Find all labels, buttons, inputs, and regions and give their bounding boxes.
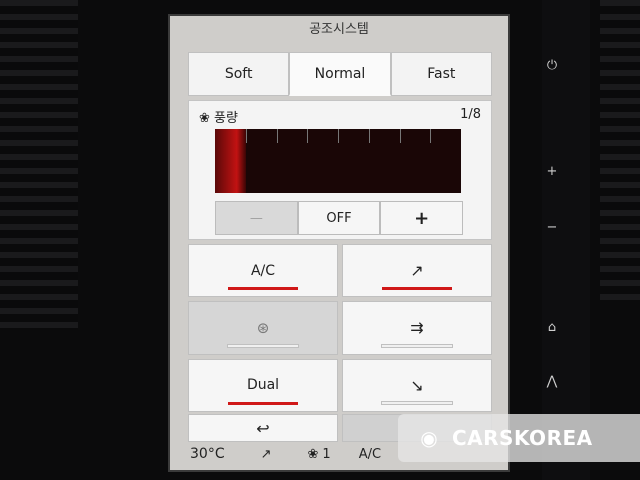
fan-speed-bar[interactable]: [215, 129, 461, 193]
fan-icon: ❀: [199, 111, 210, 126]
fan-panel: ❀ 풍량 1/8 — OFF +: [188, 100, 492, 240]
climate-screen: 공조시스템 Soft Normal Fast ❀ 풍량 1/8 — OFF + …: [168, 14, 510, 472]
ac-label: A/C: [250, 262, 276, 279]
right-air-vent: [600, 0, 640, 300]
climate-grid: A/C ↗ ⊛ ⇉ Dual ↘: [188, 244, 492, 412]
mode-selector: Soft Normal Fast: [188, 52, 492, 96]
fan-off-button[interactable]: OFF: [297, 201, 381, 235]
airflow-icon: ↗: [260, 446, 272, 462]
fan-bar-tick: [338, 129, 339, 143]
mode-soft-button[interactable]: Soft: [188, 52, 290, 96]
fan-decrease-button[interactable]: —: [215, 201, 298, 235]
fan-bar-tick: [430, 129, 432, 143]
dual-indicator: [228, 401, 298, 405]
fan-bar-tick: [307, 129, 309, 143]
airflow-feet-button[interactable]: ↘: [342, 358, 492, 412]
watermark: ◉ CARSKOREA: [398, 414, 640, 462]
volume-down-button[interactable]: −: [542, 218, 562, 238]
mode-fast-button[interactable]: Fast: [390, 52, 492, 96]
fan-icon: ❀: [307, 446, 319, 462]
status-ac: A/C: [358, 446, 382, 462]
airflow-feet-icon: ↘: [410, 375, 424, 395]
airflow-face-indicator: [382, 287, 452, 291]
fan-increase-button[interactable]: +: [380, 201, 464, 235]
dual-button[interactable]: Dual: [188, 358, 338, 412]
fan-speed-label: ❀ 풍량: [199, 111, 238, 126]
recirculation-icon: ⊛: [256, 318, 270, 337]
status-fan-speed: 1: [322, 446, 331, 462]
fan-controls: — OFF +: [215, 201, 464, 235]
fan-bar-tick: [245, 129, 247, 143]
back-arrow-icon: ↩: [256, 418, 270, 438]
recirculation-indicator: [227, 343, 299, 348]
watermark-text: CARSKOREA: [452, 426, 593, 450]
power-button[interactable]: ⏻: [542, 56, 562, 76]
home-button[interactable]: ⌂: [542, 318, 562, 338]
airflow-face-feet-icon: ⇉: [410, 318, 424, 338]
airflow-face-icon: ↗: [410, 261, 424, 281]
status-temperature: 30°C: [190, 446, 225, 462]
screen-title: 공조시스템: [309, 22, 369, 37]
volume-up-button[interactable]: +: [542, 162, 562, 182]
fan-speed-fill: [215, 129, 246, 193]
airflow-face-feet-indicator: [381, 343, 453, 348]
recirculation-button[interactable]: ⊛: [188, 301, 338, 355]
fan-bar-tick: [399, 129, 401, 143]
airflow-feet-indicator: [381, 400, 453, 405]
left-air-vent: [0, 0, 78, 330]
fan-level-text: 1/8: [460, 107, 481, 122]
fan-bar-tick: [368, 129, 370, 143]
airflow-face-button[interactable]: ↗: [342, 244, 492, 298]
ac-indicator: [228, 287, 298, 291]
ac-button[interactable]: A/C: [188, 244, 338, 298]
carskorea-logo-icon: ◉: [420, 426, 438, 450]
dual-label: Dual: [246, 377, 280, 394]
fan-bar-tick: [276, 129, 278, 143]
mode-normal-button[interactable]: Normal: [289, 52, 391, 96]
back-button[interactable]: ↩: [188, 414, 338, 442]
nav-button[interactable]: ⋀: [542, 372, 562, 392]
airflow-face-feet-button[interactable]: ⇉: [342, 301, 492, 355]
